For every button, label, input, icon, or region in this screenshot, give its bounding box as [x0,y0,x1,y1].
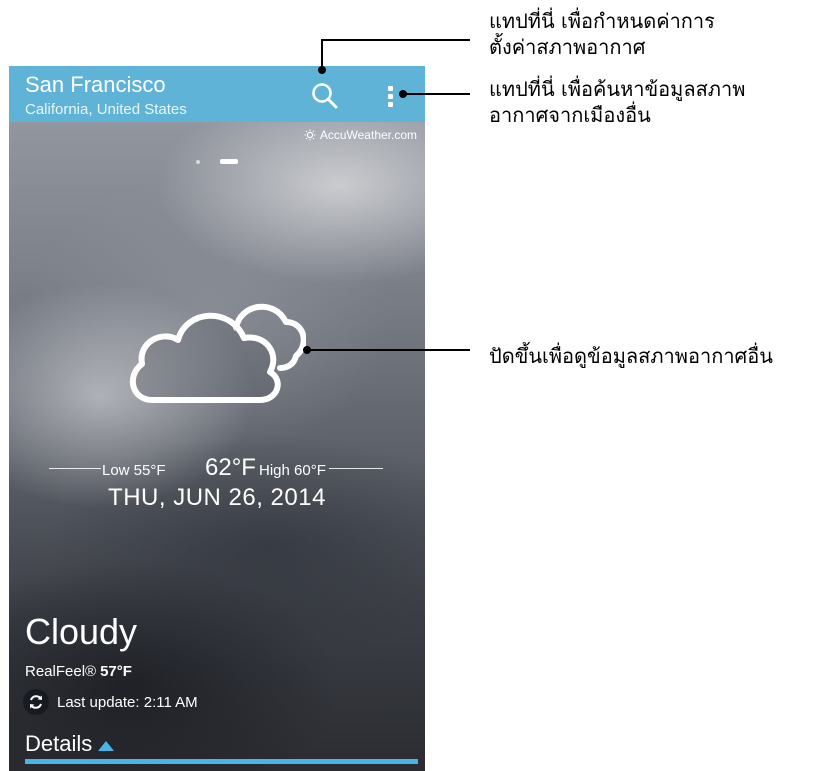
realfeel: RealFeel® 57°F [25,663,132,680]
weather-condition: Cloudy [25,611,138,652]
divider-left [49,468,101,469]
search-icon [312,83,338,109]
app-bar: San Francisco California, United States [9,66,425,122]
annotation-menu-line-2: อากาศจากเมืองอื่น [489,103,651,127]
divider-right [329,468,383,469]
current-temp: 62°F [205,454,256,481]
last-update-row: Last update: 2:11 AM [23,689,198,715]
overflow-menu-button[interactable] [379,80,403,112]
details-accent-bar [25,759,418,764]
region-name: California, United States [25,101,187,118]
details-label: Details [25,731,93,756]
temperature-row: Low 55°F 62°F High 60°F [9,454,425,484]
realfeel-label: RealFeel® [25,663,97,680]
more-vert-icon [388,94,393,99]
page-indicator [196,159,246,165]
weather-app-screen: San Francisco California, United States … [9,66,425,771]
more-vert-icon [388,102,393,107]
provider-label: AccuWeather.com [319,128,417,142]
provider-credit[interactable]: AccuWeather.com [304,128,417,142]
forecast-date: THU, JUN 26, 2014 [108,484,326,511]
triangle-up-icon [98,741,115,751]
sun-icon [304,129,316,141]
high-temp: High 60°F [259,462,326,479]
annotation-menu-line-1: แทปที่นี่ เพื่อค้นหาข้อมูลสภาพ [489,77,746,101]
refresh-icon [30,695,42,709]
annotation-search-line-1: แทปที่นี่ เพื่อกำหนดค่าการ [489,9,715,33]
low-temp: Low 55°F [102,462,166,479]
page-dot [196,160,200,164]
annotation-search-line-2: ตั้งค่าสภาพอากาศ [489,35,646,59]
more-vert-icon [388,86,393,91]
search-button[interactable] [309,80,341,112]
annotation-swipe: ปัดขึ้นเพื่อดูข้อมูลสภาพอากาศอื่น [489,344,773,368]
page-dot-active [220,159,238,164]
realfeel-value: 57°F [100,663,132,680]
details-button[interactable]: Details [25,731,115,757]
refresh-button[interactable] [23,689,49,715]
last-update-text: Last update: 2:11 AM [57,693,198,711]
cloudy-icon[interactable] [124,284,306,406]
city-name[interactable]: San Francisco [25,72,166,98]
